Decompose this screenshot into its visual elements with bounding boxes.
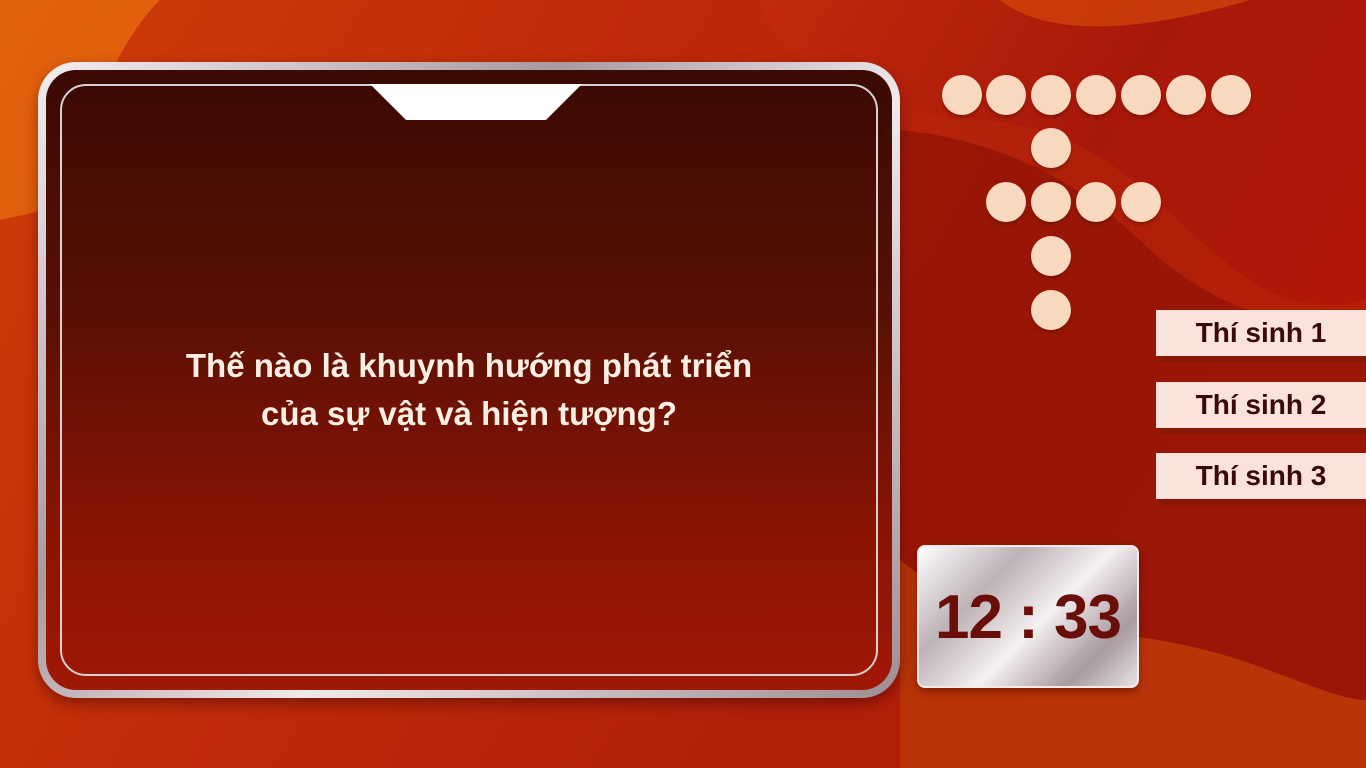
question-line-1: Thế nào là khuynh hướng phát triển: [185, 347, 753, 384]
player-2-button[interactable]: Thí sinh 2: [1156, 382, 1366, 428]
progress-dot: [1121, 75, 1161, 115]
question-screen: Thế nào là khuynh hướng phát triển của s…: [46, 70, 892, 690]
progress-dot: [1076, 182, 1116, 222]
progress-dot: [1031, 290, 1071, 330]
question-text: Thế nào là khuynh hướng phát triển của s…: [46, 342, 892, 438]
progress-dot: [986, 75, 1026, 115]
frame-notch: [370, 84, 582, 120]
progress-dot: [1031, 128, 1071, 168]
countdown-timer: 12 : 33: [917, 545, 1139, 688]
progress-dot: [1166, 75, 1206, 115]
progress-dot: [1031, 75, 1071, 115]
progress-dot: [1031, 236, 1071, 276]
progress-dot: [1076, 75, 1116, 115]
progress-dot: [986, 182, 1026, 222]
question-frame: Thế nào là khuynh hướng phát triển của s…: [38, 62, 900, 698]
progress-dot: [1031, 182, 1071, 222]
player-3-button[interactable]: Thí sinh 3: [1156, 453, 1366, 499]
question-line-2: của sự vật và hiện tượng?: [260, 395, 677, 432]
progress-dot: [942, 75, 982, 115]
timer-value: 12 : 33: [934, 583, 1122, 652]
progress-dot: [1211, 75, 1251, 115]
progress-dot: [1121, 182, 1161, 222]
player-1-button[interactable]: Thí sinh 1: [1156, 310, 1366, 356]
